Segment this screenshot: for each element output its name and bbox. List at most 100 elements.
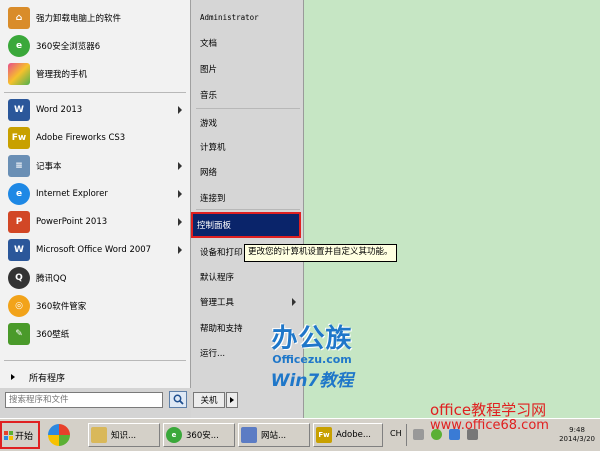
user-name-label: Administrator <box>200 12 259 22</box>
control-panel-item[interactable]: 控制面板 <box>191 212 301 238</box>
shutdown-label: 关机 <box>200 396 218 406</box>
program-label: Internet Explorer <box>36 189 108 199</box>
program-label: Microsoft Office Word 2007 <box>36 245 152 255</box>
pinned-separator <box>4 92 186 93</box>
program-item-powerpoint[interactable]: P PowerPoint 2013 <box>0 208 190 236</box>
admin-tools-label: 管理工具 <box>200 298 235 308</box>
taskbar-library-button[interactable] <box>46 423 76 447</box>
program-label: 强力卸载电脑上的软件 <box>36 14 122 24</box>
powerpoint-icon: P <box>8 211 30 233</box>
program-label: 腾讯QQ <box>36 274 67 284</box>
submenu-arrow-icon[interactable] <box>178 218 182 226</box>
software-manager-icon: ◎ <box>8 295 30 317</box>
shutdown-options-button[interactable] <box>226 392 238 408</box>
start-button[interactable]: 开始 <box>0 421 40 449</box>
keyboard-icon[interactable] <box>413 429 424 440</box>
pictures-label: 图片 <box>200 65 218 75</box>
taskbar-button-label: 知识... <box>111 431 137 441</box>
program-item-notepad[interactable]: ≡ 记事本 <box>0 152 190 180</box>
shutdown-button[interactable]: 关机 <box>193 392 225 408</box>
taskbar-folder-button[interactable]: 知识... <box>88 423 160 447</box>
search-icon <box>173 394 184 405</box>
all-programs-label: 所有程序 <box>29 373 66 384</box>
watermark-brand: 办公族 <box>271 324 353 354</box>
program-label: 记事本 <box>36 162 62 172</box>
games-label: 游戏 <box>200 119 218 129</box>
wallpaper-icon: ✎ <box>8 323 30 345</box>
notepad-icon: ≡ <box>8 155 30 177</box>
taskbar-button-label: 360安... <box>186 431 219 441</box>
games-item[interactable]: 游戏 <box>196 112 300 134</box>
taskbar-360-browser-button[interactable]: e 360安... <box>163 423 235 447</box>
taskbar-website-button[interactable]: 网站... <box>238 423 310 447</box>
qq-icon: Q <box>8 267 30 289</box>
control-panel-label: 控制面板 <box>197 221 232 231</box>
word-icon: W <box>8 99 30 121</box>
all-programs-separator <box>4 360 186 361</box>
submenu-arrow-icon[interactable] <box>178 106 182 114</box>
program-label: PowerPoint 2013 <box>36 217 108 227</box>
taskbar-fireworks-button[interactable]: Fw Adobe... <box>313 423 383 447</box>
windows-flag-icon <box>4 430 13 440</box>
program-item-qq[interactable]: Q 腾讯QQ <box>0 264 190 292</box>
expand-arrow-icon <box>11 374 15 380</box>
library-icon <box>48 424 70 446</box>
documents-item[interactable]: 文档 <box>196 32 300 54</box>
submenu-arrow-icon[interactable] <box>178 162 182 170</box>
program-label: 360软件管家 <box>36 302 87 312</box>
watermark-office-url: www.office68.com <box>430 418 549 433</box>
program-item-wallpaper[interactable]: ✎ 360壁纸 <box>0 320 190 348</box>
watermark-office-title: office教程学习网 <box>430 401 547 419</box>
uninstall-icon: ⌂ <box>8 7 30 29</box>
browser-360-icon: e <box>166 427 182 443</box>
documents-label: 文档 <box>200 39 218 49</box>
computer-label: 计算机 <box>200 143 226 153</box>
program-item-software-manager[interactable]: ◎ 360软件管家 <box>0 292 190 320</box>
search-button[interactable] <box>169 391 187 408</box>
watermark-logo: 办公族 Officezu.com Win7教程 <box>262 318 362 391</box>
taskbar-button-label: 网站... <box>261 431 287 441</box>
program-item-360-browser[interactable]: e 360安全浏览器6 <box>0 32 190 60</box>
all-programs-button[interactable]: 所有程序 <box>0 366 190 388</box>
submenu-arrow-icon[interactable] <box>178 246 182 254</box>
connect-to-label: 连接到 <box>200 194 226 204</box>
start-menu-programs-pane: ⌂ 强力卸载电脑上的软件 e 360安全浏览器6 管理我的手机 W Word 2… <box>0 0 191 388</box>
watermark-win7: Win7教程 <box>270 371 354 391</box>
program-item-word-2007[interactable]: W Microsoft Office Word 2007 <box>0 236 190 264</box>
program-item-word-2013[interactable]: W Word 2013 <box>0 96 190 124</box>
admin-tools-item[interactable]: 管理工具 <box>196 291 300 313</box>
search-input[interactable] <box>5 392 163 408</box>
taskbar-button-label: Adobe... <box>336 430 371 440</box>
program-item-internet-explorer[interactable]: e Internet Explorer <box>0 180 190 208</box>
search-bar <box>0 388 190 418</box>
default-programs-item[interactable]: 默认程序 <box>196 266 300 288</box>
language-indicator[interactable]: CH <box>390 429 402 438</box>
music-item[interactable]: 音乐 <box>196 84 300 106</box>
fireworks-icon: Fw <box>8 127 30 149</box>
control-panel-tooltip: 更改您的计算机设置并自定义其功能。 <box>244 244 397 262</box>
program-label: Word 2013 <box>36 105 83 115</box>
network-item[interactable]: 网络 <box>196 161 300 183</box>
run-label: 运行... <box>200 349 226 359</box>
places-separator <box>196 209 300 210</box>
program-label: 360壁纸 <box>36 330 70 340</box>
computer-item[interactable]: 计算机 <box>196 136 300 158</box>
submenu-arrow-icon[interactable] <box>292 298 296 306</box>
ie-icon: e <box>8 183 30 205</box>
pictures-item[interactable]: 图片 <box>196 58 300 80</box>
program-item-uninstaller[interactable]: ⌂ 强力卸载电脑上的软件 <box>0 4 190 32</box>
music-label: 音乐 <box>200 91 218 101</box>
user-name-item[interactable]: Administrator <box>196 6 300 28</box>
connect-to-item[interactable]: 连接到 <box>196 187 300 209</box>
program-label: 360安全浏览器6 <box>36 42 101 52</box>
program-item-fireworks[interactable]: Fw Adobe Fireworks CS3 <box>0 124 190 152</box>
fireworks-icon: Fw <box>316 427 332 443</box>
default-programs-label: 默认程序 <box>200 273 235 283</box>
folder-icon <box>91 427 107 443</box>
program-item-phone-manager[interactable]: 管理我的手机 <box>0 60 190 88</box>
phone-manager-icon <box>8 63 30 85</box>
submenu-arrow-icon[interactable] <box>178 190 182 198</box>
program-label: 管理我的手机 <box>36 70 88 80</box>
watermark-site: Officezu.com <box>272 353 352 366</box>
word2007-icon: W <box>8 239 30 261</box>
